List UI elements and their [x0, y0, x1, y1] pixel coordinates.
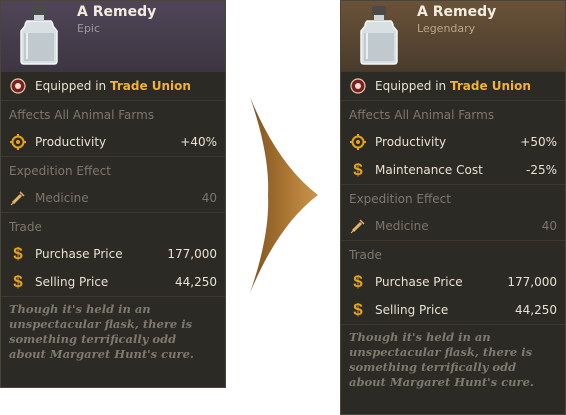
medicine-label: Medicine	[35, 191, 89, 205]
selling-price-row: $ Selling Price 44,250	[341, 296, 565, 324]
medicine-value: 40	[541, 219, 557, 233]
expedition-section: Expedition Effect Medicine 40	[341, 185, 565, 241]
expedition-title: Expedition Effect	[9, 163, 111, 178]
trade-union-emblem-icon	[9, 77, 27, 95]
selling-price-row: $ Selling Price 44,250	[1, 268, 225, 296]
maintenance-cost-value: -25%	[525, 163, 557, 177]
item-rarity: Legendary	[417, 22, 476, 35]
affects-title: Affects All Animal Farms	[9, 107, 155, 122]
productivity-row: Productivity +40%	[1, 128, 225, 156]
dollar-icon: $	[353, 160, 363, 179]
dollar-icon: $	[13, 244, 23, 263]
affects-title: Affects All Animal Farms	[349, 107, 495, 122]
item-header: A Remedy Legendary	[341, 1, 565, 72]
dollar-icon: $	[353, 272, 363, 291]
item-header: A Remedy Epic	[1, 1, 225, 72]
purchase-price-row: $ Purchase Price 177,000	[1, 240, 225, 268]
gear-icon	[9, 133, 27, 151]
equipped-location: Trade Union	[449, 79, 531, 93]
trade-section: Trade $ Purchase Price 177,000 $ Selling…	[341, 241, 565, 325]
equipped-row: Equipped in Trade Union	[341, 72, 565, 101]
item-title: A Remedy	[417, 4, 497, 20]
item-tooltip-epic: A Remedy Epic Equipped in Trade Union Af…	[0, 0, 226, 388]
dollar-icon: $	[13, 272, 23, 291]
syringe-icon	[349, 217, 367, 235]
item-tooltip-legendary: A Remedy Legendary Equipped in Trade Uni…	[340, 0, 566, 415]
selling-price-value: 44,250	[175, 275, 217, 289]
medicine-row: Medicine 40	[341, 212, 565, 240]
purchase-price-label: Purchase Price	[375, 275, 463, 289]
affects-section: Affects All Animal Farms Productivity +4…	[1, 101, 225, 157]
selling-price-label: Selling Price	[375, 303, 449, 317]
productivity-value: +50%	[520, 135, 557, 149]
trade-title: Trade	[349, 247, 382, 262]
medicine-value: 40	[201, 191, 217, 205]
medicine-label: Medicine	[375, 219, 429, 233]
equipped-location: Trade Union	[109, 79, 191, 93]
flask-icon	[20, 6, 58, 65]
expedition-section: Expedition Effect Medicine 40	[1, 157, 225, 213]
equipped-row: Equipped in Trade Union	[1, 72, 225, 101]
purchase-price-row: $ Purchase Price 177,000	[341, 268, 565, 296]
medicine-row: Medicine 40	[1, 184, 225, 212]
maintenance-cost-row: $ Maintenance Cost -25%	[341, 156, 565, 184]
arrow-right-icon	[250, 97, 318, 293]
expedition-title: Expedition Effect	[349, 191, 451, 206]
flask-icon	[360, 6, 398, 65]
item-title: A Remedy	[77, 4, 157, 20]
productivity-label: Productivity	[35, 135, 107, 149]
equipped-prefix: Equipped in	[375, 79, 447, 93]
equipped-prefix: Equipped in	[35, 79, 107, 93]
syringe-icon	[9, 189, 27, 207]
purchase-price-value: 177,000	[167, 247, 217, 261]
maintenance-cost-label: Maintenance Cost	[375, 163, 483, 177]
affects-section: Affects All Animal Farms Productivity +5…	[341, 101, 565, 185]
flavor-text: Though it's held in an unspectacular fla…	[9, 302, 194, 361]
productivity-row: Productivity +50%	[341, 128, 565, 156]
selling-price-label: Selling Price	[35, 275, 109, 289]
flavor-text: Though it's held in an unspectacular fla…	[349, 330, 534, 389]
trade-section: Trade $ Purchase Price 177,000 $ Selling…	[1, 213, 225, 297]
purchase-price-label: Purchase Price	[35, 247, 123, 261]
gear-icon	[349, 133, 367, 151]
productivity-value: +40%	[180, 135, 217, 149]
selling-price-value: 44,250	[515, 303, 557, 317]
trade-union-emblem-icon	[349, 77, 367, 95]
item-rarity: Epic	[77, 22, 101, 35]
productivity-label: Productivity	[375, 135, 447, 149]
purchase-price-value: 177,000	[507, 275, 557, 289]
trade-title: Trade	[9, 219, 42, 234]
dollar-icon: $	[353, 300, 363, 319]
